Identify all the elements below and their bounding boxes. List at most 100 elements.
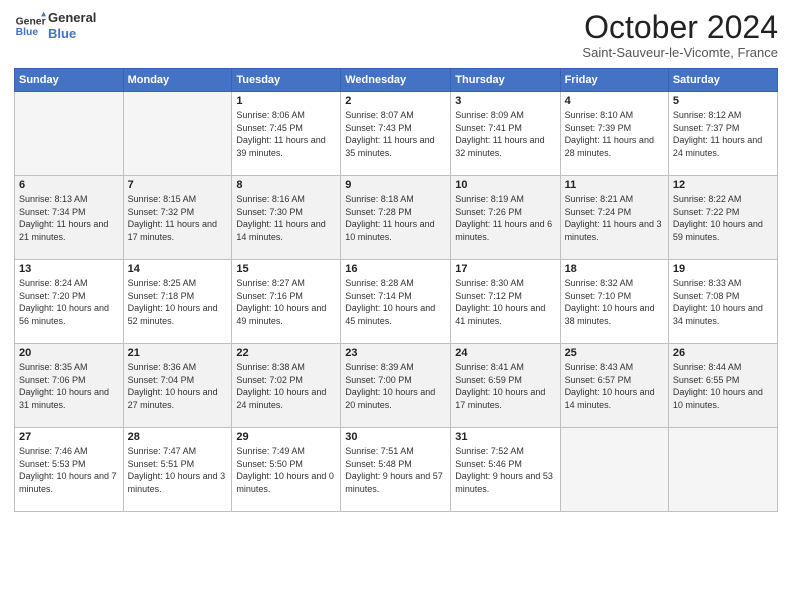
day-info: Sunrise: 8:16 AM Sunset: 7:30 PM Dayligh…	[236, 193, 336, 243]
calendar-cell: 14Sunrise: 8:25 AM Sunset: 7:18 PM Dayli…	[123, 260, 232, 344]
day-number: 4	[565, 95, 664, 107]
day-info: Sunrise: 8:19 AM Sunset: 7:26 PM Dayligh…	[455, 193, 555, 243]
calendar-cell: 19Sunrise: 8:33 AM Sunset: 7:08 PM Dayli…	[668, 260, 777, 344]
day-info: Sunrise: 8:12 AM Sunset: 7:37 PM Dayligh…	[673, 109, 773, 159]
day-number: 24	[455, 347, 555, 359]
calendar-cell: 24 Sunrise: 8:41 AM Sunset: 6:59 PM Dayli…	[451, 344, 560, 428]
calendar-cell: 27Sunrise: 7:46 AM Sunset: 5:53 PM Dayli…	[15, 428, 124, 512]
weekday-header-row: SundayMondayTuesdayWednesdayThursdayFrid…	[15, 69, 778, 92]
calendar-cell: 1 Sunrise: 8:06 AM Sunset: 7:45 PM Daylig…	[232, 92, 341, 176]
day-number: 6	[19, 179, 119, 191]
day-info: Sunrise: 7:47 AM Sunset: 5:51 PM Dayligh…	[128, 445, 228, 495]
calendar-week-row: 27Sunrise: 7:46 AM Sunset: 5:53 PM Dayli…	[15, 428, 778, 512]
calendar-cell	[15, 92, 124, 176]
weekday-header: Saturday	[668, 69, 777, 92]
day-info: Sunrise: 8:22 AM Sunset: 7:22 PM Dayligh…	[673, 193, 773, 243]
day-info: Sunrise: 8:41 AM Sunset: 6:59 PM Dayligh…	[455, 361, 555, 411]
day-number: 26	[673, 347, 773, 359]
day-number: 14	[128, 263, 228, 275]
day-info: Sunrise: 8:27 AM Sunset: 7:16 PM Dayligh…	[236, 277, 336, 327]
day-number: 15	[236, 263, 336, 275]
logo-text: General Blue	[48, 10, 96, 41]
day-info: Sunrise: 7:52 AM Sunset: 5:46 PM Dayligh…	[455, 445, 555, 495]
calendar-cell: 4Sunrise: 8:10 AM Sunset: 7:39 PM Daylig…	[560, 92, 668, 176]
calendar-cell: 16Sunrise: 8:28 AM Sunset: 7:14 PM Dayli…	[341, 260, 451, 344]
calendar-cell: 2 Sunrise: 8:07 AM Sunset: 7:43 PM Daylig…	[341, 92, 451, 176]
day-info: Sunrise: 8:43 AM Sunset: 6:57 PM Dayligh…	[565, 361, 664, 411]
day-info: Sunrise: 8:35 AM Sunset: 7:06 PM Dayligh…	[19, 361, 119, 411]
day-number: 18	[565, 263, 664, 275]
day-info: Sunrise: 8:13 AM Sunset: 7:34 PM Dayligh…	[19, 193, 119, 243]
day-number: 31	[455, 431, 555, 443]
day-number: 25	[565, 347, 664, 359]
svg-text:General: General	[16, 16, 46, 27]
day-info: Sunrise: 8:24 AM Sunset: 7:20 PM Dayligh…	[19, 277, 119, 327]
calendar-cell	[668, 428, 777, 512]
calendar-cell: 29 Sunrise: 7:49 AM Sunset: 5:50 PM Dayli…	[232, 428, 341, 512]
day-number: 1	[236, 95, 336, 107]
calendar-cell	[123, 92, 232, 176]
calendar-table: SundayMondayTuesdayWednesdayThursdayFrid…	[14, 68, 778, 512]
calendar-cell: 5 Sunrise: 8:12 AM Sunset: 7:37 PM Daylig…	[668, 92, 777, 176]
day-info: Sunrise: 8:32 AM Sunset: 7:10 PM Dayligh…	[565, 277, 664, 327]
calendar-cell: 21 Sunrise: 8:36 AM Sunset: 7:04 PM Dayli…	[123, 344, 232, 428]
day-info: Sunrise: 8:44 AM Sunset: 6:55 PM Dayligh…	[673, 361, 773, 411]
calendar-week-row: 6 Sunrise: 8:13 AM Sunset: 7:34 PM Daylig…	[15, 176, 778, 260]
day-info: Sunrise: 8:09 AM Sunset: 7:41 PM Dayligh…	[455, 109, 555, 159]
day-info: Sunrise: 8:36 AM Sunset: 7:04 PM Dayligh…	[128, 361, 228, 411]
day-number: 10	[455, 179, 555, 191]
calendar-week-row: 20 Sunrise: 8:35 AM Sunset: 7:06 PM Dayli…	[15, 344, 778, 428]
day-info: Sunrise: 7:51 AM Sunset: 5:48 PM Dayligh…	[345, 445, 446, 495]
calendar-cell: 10 Sunrise: 8:19 AM Sunset: 7:26 PM Dayli…	[451, 176, 560, 260]
calendar-cell: 20 Sunrise: 8:35 AM Sunset: 7:06 PM Dayli…	[15, 344, 124, 428]
calendar-cell: 25 Sunrise: 8:43 AM Sunset: 6:57 PM Dayli…	[560, 344, 668, 428]
weekday-header: Wednesday	[341, 69, 451, 92]
calendar-cell: 18 Sunrise: 8:32 AM Sunset: 7:10 PM Dayli…	[560, 260, 668, 344]
title-block: October 2024 Saint-Sauveur-le-Vicomte, F…	[582, 10, 778, 60]
day-info: Sunrise: 8:15 AM Sunset: 7:32 PM Dayligh…	[128, 193, 228, 243]
calendar-cell: 23 Sunrise: 8:39 AM Sunset: 7:00 PM Dayli…	[341, 344, 451, 428]
calendar-body: 1 Sunrise: 8:06 AM Sunset: 7:45 PM Daylig…	[15, 92, 778, 512]
day-info: Sunrise: 8:07 AM Sunset: 7:43 PM Dayligh…	[345, 109, 446, 159]
day-info: Sunrise: 8:06 AM Sunset: 7:45 PM Dayligh…	[236, 109, 336, 159]
calendar-cell: 9 Sunrise: 8:18 AM Sunset: 7:28 PM Daylig…	[341, 176, 451, 260]
day-number: 8	[236, 179, 336, 191]
calendar-cell: 6 Sunrise: 8:13 AM Sunset: 7:34 PM Daylig…	[15, 176, 124, 260]
calendar-cell: 31 Sunrise: 7:52 AM Sunset: 5:46 PM Dayli…	[451, 428, 560, 512]
day-info: Sunrise: 8:38 AM Sunset: 7:02 PM Dayligh…	[236, 361, 336, 411]
weekday-header: Monday	[123, 69, 232, 92]
day-info: Sunrise: 8:39 AM Sunset: 7:00 PM Dayligh…	[345, 361, 446, 411]
day-number: 30	[345, 431, 446, 443]
day-number: 5	[673, 95, 773, 107]
calendar-cell: 13Sunrise: 8:24 AM Sunset: 7:20 PM Dayli…	[15, 260, 124, 344]
day-number: 29	[236, 431, 336, 443]
calendar-cell: 22Sunrise: 8:38 AM Sunset: 7:02 PM Dayli…	[232, 344, 341, 428]
location: Saint-Sauveur-le-Vicomte, France	[582, 45, 778, 60]
day-info: Sunrise: 8:33 AM Sunset: 7:08 PM Dayligh…	[673, 277, 773, 327]
day-number: 23	[345, 347, 446, 359]
day-info: Sunrise: 8:21 AM Sunset: 7:24 PM Dayligh…	[565, 193, 664, 243]
day-number: 17	[455, 263, 555, 275]
svg-text:Blue: Blue	[16, 27, 39, 38]
calendar-cell: 7 Sunrise: 8:15 AM Sunset: 7:32 PM Daylig…	[123, 176, 232, 260]
weekday-header: Thursday	[451, 69, 560, 92]
day-number: 7	[128, 179, 228, 191]
day-number: 3	[455, 95, 555, 107]
day-info: Sunrise: 7:49 AM Sunset: 5:50 PM Dayligh…	[236, 445, 336, 495]
weekday-header: Sunday	[15, 69, 124, 92]
calendar-cell: 30 Sunrise: 7:51 AM Sunset: 5:48 PM Dayli…	[341, 428, 451, 512]
calendar-cell: 28Sunrise: 7:47 AM Sunset: 5:51 PM Dayli…	[123, 428, 232, 512]
calendar-cell: 15 Sunrise: 8:27 AM Sunset: 7:16 PM Dayli…	[232, 260, 341, 344]
day-number: 21	[128, 347, 228, 359]
day-info: Sunrise: 8:18 AM Sunset: 7:28 PM Dayligh…	[345, 193, 446, 243]
calendar-week-row: 13Sunrise: 8:24 AM Sunset: 7:20 PM Dayli…	[15, 260, 778, 344]
day-info: Sunrise: 8:30 AM Sunset: 7:12 PM Dayligh…	[455, 277, 555, 327]
calendar-cell: 26 Sunrise: 8:44 AM Sunset: 6:55 PM Dayli…	[668, 344, 777, 428]
day-number: 9	[345, 179, 446, 191]
day-number: 20	[19, 347, 119, 359]
day-number: 2	[345, 95, 446, 107]
day-number: 16	[345, 263, 446, 275]
header: General Blue General Blue October 2024 S…	[14, 10, 778, 60]
logo: General Blue General Blue	[14, 10, 96, 42]
page: General Blue General Blue October 2024 S…	[0, 0, 792, 612]
